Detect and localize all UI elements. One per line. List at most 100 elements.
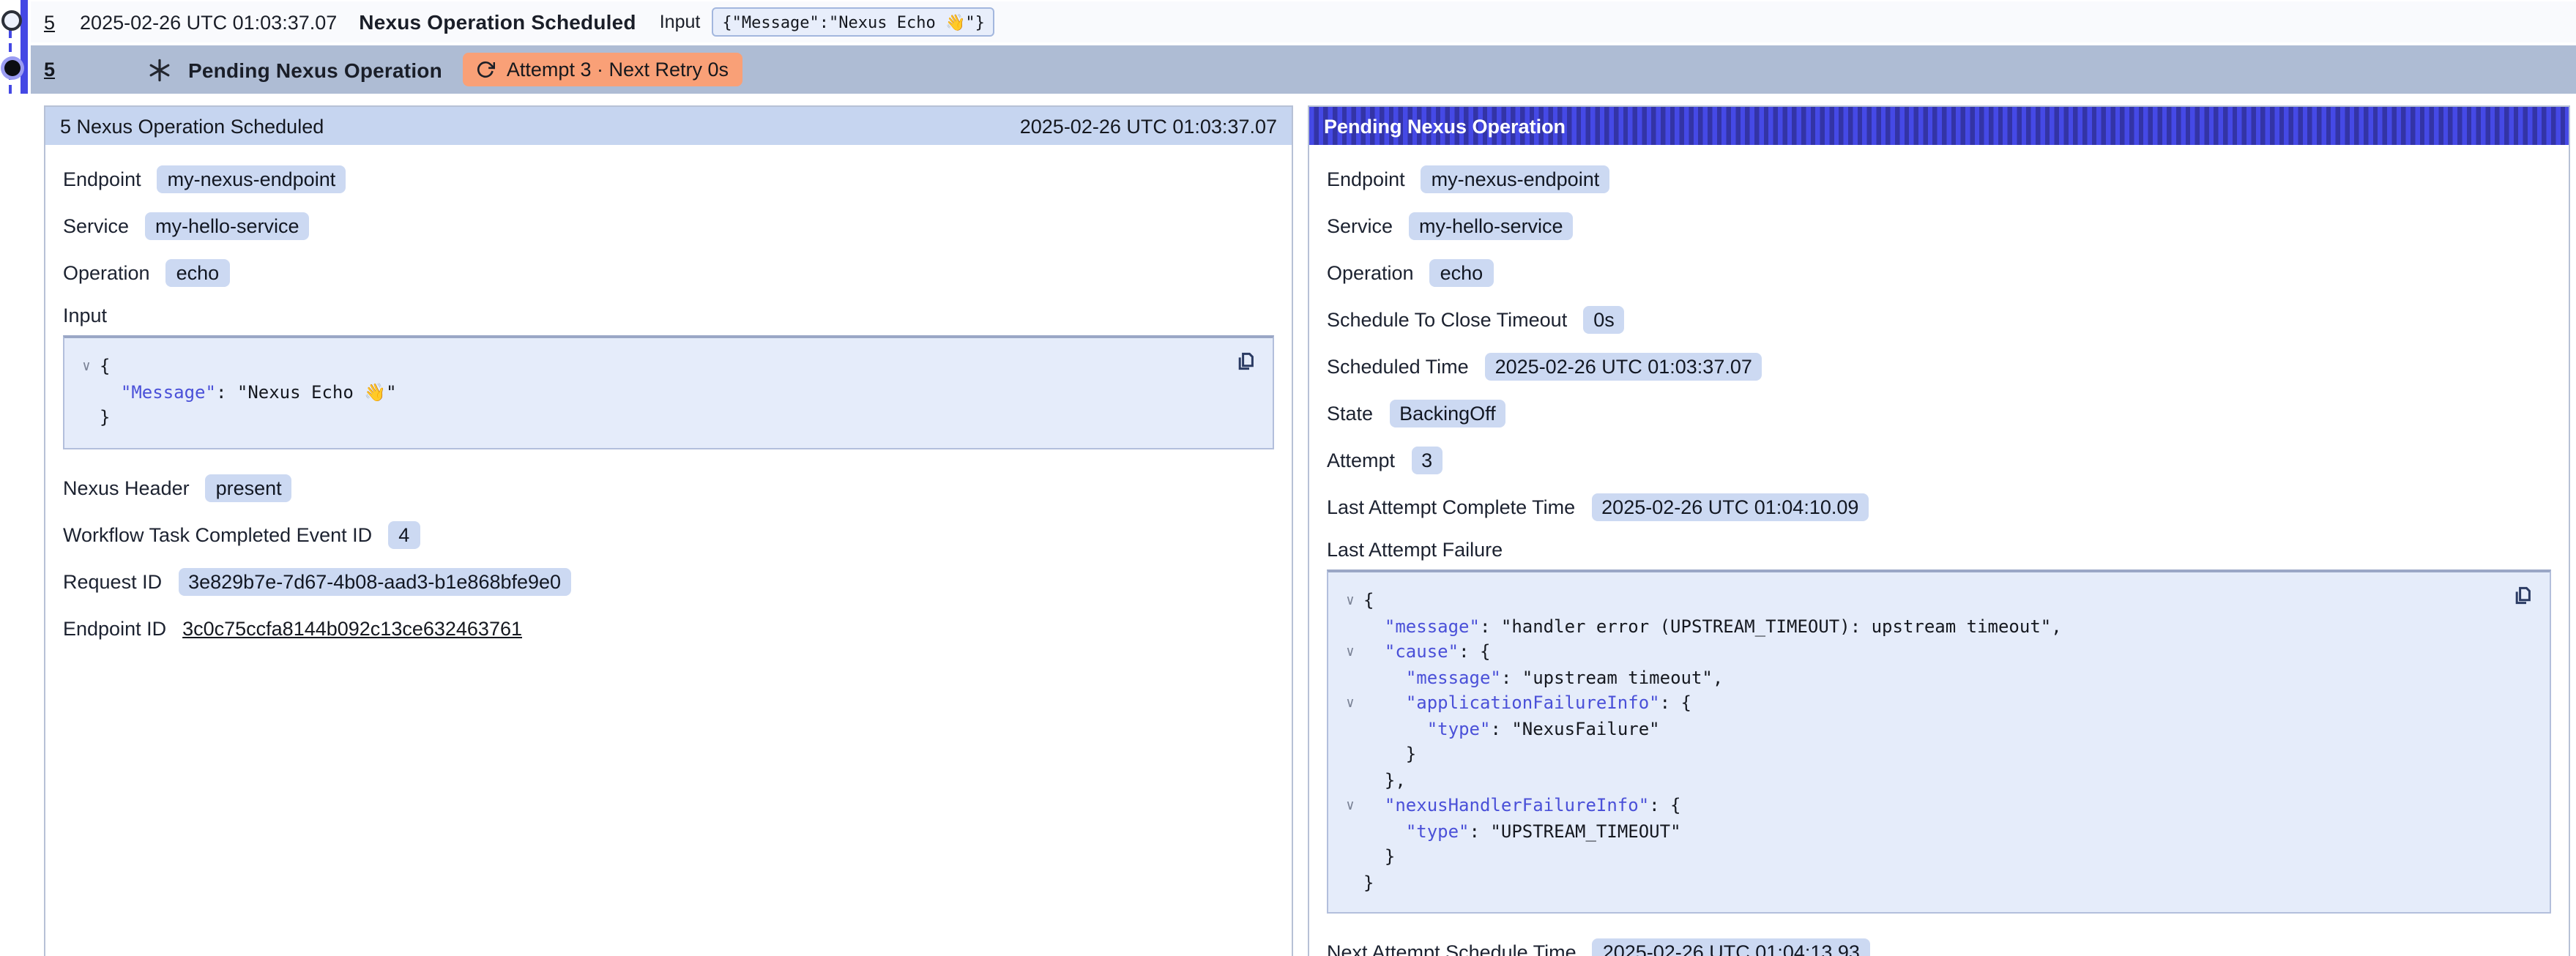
field-label: State [1327, 403, 1373, 425]
collapse-chevron-icon[interactable]: ∨ [1337, 793, 1363, 819]
field-label: Last Attempt Complete Time [1327, 496, 1575, 518]
endpoint-id-link[interactable]: 3c0c75ccfa8144b092c13ce632463761 [182, 617, 522, 639]
event-title: Nexus Operation Scheduled [359, 10, 636, 34]
field-value-badge: 3e829b7e-7d67-4b08-aad3-b1e868bfe9e0 [178, 567, 571, 595]
pending-asterisk-icon [147, 58, 171, 81]
event-detail-panels: 5 Nexus Operation Scheduled 2025-02-26 U… [44, 105, 2570, 956]
code-text: "Message": "Nexus Echo 👋" [100, 380, 397, 406]
code-gutter [73, 406, 100, 431]
code-text: "nexusHandlerFailureInfo": { [1363, 793, 1681, 819]
field-row-schedule-to-close-timeout: Schedule To Close Timeout 0s [1327, 305, 2551, 335]
field-row-last-attempt-complete-time: Last Attempt Complete Time 2025-02-26 UT… [1327, 492, 2551, 523]
field-row-endpoint: Endpoint my-nexus-endpoint [1327, 164, 2551, 195]
scheduled-panel-title: 5 Nexus Operation Scheduled [60, 115, 324, 137]
last-attempt-failure-label: Last Attempt Failure [1327, 539, 2551, 561]
code-line: } [1337, 742, 2532, 768]
field-label: Operation [1327, 262, 1414, 284]
event-id-link[interactable]: 5 [44, 11, 55, 33]
code-text: "cause": { [1363, 640, 1490, 665]
field-value-badge: BackingOff [1389, 400, 1506, 427]
code-gutter [1337, 768, 1363, 793]
code-line: } [73, 406, 1255, 431]
field-label: Request ID [63, 570, 162, 592]
code-gutter [73, 380, 100, 406]
collapse-chevron-icon[interactable]: ∨ [1337, 589, 1363, 614]
field-label: Service [63, 215, 129, 237]
event-id-link[interactable]: 5 [44, 59, 55, 81]
code-line: ∨{ [1337, 589, 2532, 614]
input-label: Input [660, 12, 701, 32]
field-label: Endpoint [1327, 168, 1405, 190]
field-row-request-id: Request ID 3e829b7e-7d67-4b08-aad3-b1e86… [63, 566, 1274, 597]
event-timestamp: 2025-02-26 UTC 01:03:37.07 [80, 11, 337, 33]
field-label: Endpoint ID [63, 617, 166, 639]
code-line: "type": "NexusFailure" [1337, 717, 2532, 742]
attempt-retry-text: Attempt 3 · Next Retry 0s [507, 59, 729, 81]
field-value-badge: 4 [388, 520, 420, 548]
code-gutter [1337, 717, 1363, 742]
code-gutter [1337, 819, 1363, 845]
field-label: Operation [63, 262, 150, 284]
temporal-event-history-view: 5 2025-02-26 UTC 01:03:37.07 Nexus Opera… [0, 0, 2576, 956]
field-value-badge: echo [1430, 259, 1494, 287]
pending-panel-header: Pending Nexus Operation [1309, 107, 2569, 145]
timeline-node-selected-icon[interactable] [4, 60, 20, 76]
field-row-endpoint: Endpoint my-nexus-endpoint [63, 164, 1274, 195]
code-gutter [1337, 845, 1363, 870]
code-gutter [1337, 870, 1363, 896]
timeline-node-open-icon[interactable] [1, 10, 22, 31]
field-row-attempt: Attempt 3 [1327, 445, 2551, 476]
copy-icon[interactable] [1235, 350, 1258, 373]
field-row-operation: Operation echo [1327, 258, 2551, 288]
field-row-operation: Operation echo [63, 258, 1274, 288]
code-line: "message": "upstream timeout", [1337, 665, 2532, 691]
code-line: ∨{ [73, 354, 1255, 380]
field-value-badge: echo [166, 259, 230, 287]
event-row-nexus-operation-scheduled[interactable]: 5 2025-02-26 UTC 01:03:37.07 Nexus Opera… [31, 1, 2576, 42]
field-row-endpoint-id: Endpoint ID 3c0c75ccfa8144b092c13ce63246… [63, 613, 1274, 643]
event-row-pending-nexus-operation[interactable]: 5 Pending Nexus Operation Attempt 3 · Ne… [31, 45, 2576, 94]
pending-panel-title: Pending Nexus Operation [1324, 115, 1566, 137]
copy-icon[interactable] [2512, 584, 2535, 608]
last-attempt-failure-json-viewer: ∨{ "message": "handler error (UPSTREAM_T… [1327, 570, 2551, 914]
attempt-retry-badge: Attempt 3 · Next Retry 0s [463, 53, 742, 86]
code-line: } [1337, 845, 2532, 870]
collapse-chevron-icon[interactable]: ∨ [1337, 640, 1363, 665]
field-label: Schedule To Close Timeout [1327, 309, 1567, 331]
field-value-badge: 2025-02-26 UTC 01:04:13.93 [1593, 938, 1870, 956]
code-line: } [1337, 870, 2532, 896]
field-value-badge: my-nexus-endpoint [1421, 165, 1610, 193]
field-row-workflow-task-completed-event-id: Workflow Task Completed Event ID 4 [63, 519, 1274, 550]
field-row-state: State BackingOff [1327, 398, 2551, 429]
collapse-chevron-icon[interactable]: ∨ [1337, 691, 1363, 717]
code-text: "message": "handler error (UPSTREAM_TIME… [1363, 614, 2062, 640]
field-label: Workflow Task Completed Event ID [63, 523, 372, 545]
input-json-viewer: ∨{ "Message": "Nexus Echo 👋"} [63, 335, 1274, 449]
field-label: Nexus Header [63, 477, 190, 498]
field-value-badge: present [206, 474, 292, 501]
field-value-badge: 2025-02-26 UTC 01:03:37.07 [1485, 353, 1762, 381]
code-line: ∨ "applicationFailureInfo": { [1337, 691, 2532, 717]
input-preview-chip: {"Message":"Nexus Echo 👋"} [712, 7, 995, 37]
code-text: } [1363, 870, 1374, 896]
field-row-nexus-header: Nexus Header present [63, 472, 1274, 503]
collapse-chevron-icon[interactable]: ∨ [73, 354, 100, 380]
field-label: Scheduled Time [1327, 356, 1469, 378]
code-text: "type": "UPSTREAM_TIMEOUT" [1363, 819, 1681, 845]
pending-event-title: Pending Nexus Operation [188, 58, 442, 81]
code-text: } [1363, 742, 1416, 768]
code-line: "Message": "Nexus Echo 👋" [73, 380, 1255, 406]
field-label: Service [1327, 215, 1393, 237]
field-value-badge: 2025-02-26 UTC 01:04:10.09 [1591, 493, 1869, 521]
code-text: }, [1363, 768, 1406, 793]
scheduled-panel-time: 2025-02-26 UTC 01:03:37.07 [1020, 115, 1277, 137]
field-row-service: Service my-hello-service [63, 211, 1274, 242]
code-line: "type": "UPSTREAM_TIMEOUT" [1337, 819, 2532, 845]
code-text: } [100, 406, 110, 431]
pending-operation-panel: Pending Nexus Operation Endpoint my-nexu… [1308, 105, 2570, 956]
code-gutter [1337, 742, 1363, 768]
field-row-service: Service my-hello-service [1327, 211, 2551, 242]
code-text: { [1363, 589, 1374, 614]
code-text: } [1363, 845, 1395, 870]
code-line: }, [1337, 768, 2532, 793]
